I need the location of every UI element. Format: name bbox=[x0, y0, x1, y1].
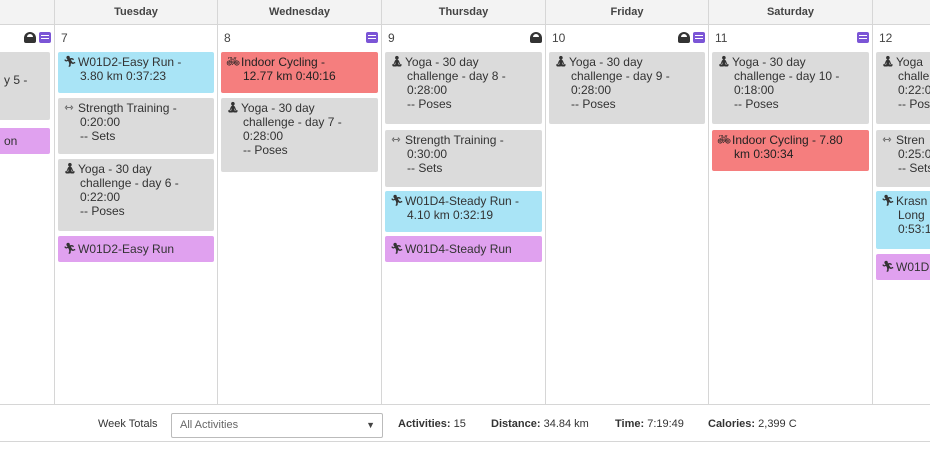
day-column-monday[interactable]: y 5 - on bbox=[0, 25, 54, 404]
scale-icon[interactable] bbox=[24, 32, 36, 43]
event-card-yoga[interactable]: 🧘︎ Yoga - 30 day challenge - day 6 - 0:2… bbox=[58, 159, 214, 231]
bike-icon: 🚲︎ bbox=[226, 56, 240, 68]
event-card-planned-run[interactable]: 🏃︎ W01D bbox=[876, 254, 930, 280]
day-header-saturday: Saturday bbox=[708, 0, 872, 25]
note-icon[interactable] bbox=[857, 32, 869, 43]
run-icon: 🏃︎ bbox=[63, 243, 77, 255]
yoga-icon: 🧘︎ bbox=[881, 56, 895, 68]
dumbbell-icon: ⇿ bbox=[882, 134, 892, 146]
day-column-sunday[interactable]: 12 🧘︎ Yoga challe 0:22:0 -- Pos ⇿ Stren … bbox=[872, 25, 930, 404]
dumbbell-icon: ⇿ bbox=[391, 134, 401, 146]
calories-stat: Calories: 2,399 C bbox=[708, 418, 797, 430]
bike-icon: 🚲︎ bbox=[717, 134, 731, 146]
yoga-icon: 🧘︎ bbox=[63, 163, 77, 175]
yoga-icon: 🧘︎ bbox=[717, 56, 731, 68]
day-column-wednesday[interactable]: 8 🚲︎ Indoor Cycling - 12.77 km 0:40:16 🧘… bbox=[217, 25, 381, 404]
caret-down-icon: ▼ bbox=[366, 420, 375, 430]
day-header-thursday: Thursday bbox=[381, 0, 545, 25]
day-header-tuesday: Tuesday bbox=[54, 0, 217, 25]
event-card-yoga[interactable]: 🧘︎ Yoga - 30 day challenge - day 9 - 0:2… bbox=[549, 52, 705, 124]
event-card-steady-run[interactable]: 🏃︎ W01D4-Steady Run - 4.10 km 0:32:19 bbox=[385, 191, 542, 232]
dumbbell-icon: ⇿ bbox=[64, 102, 74, 114]
event-card-strength[interactable]: ⇿ Strength Training - 0:20:00 -- Sets bbox=[58, 98, 214, 154]
note-icon[interactable] bbox=[693, 32, 705, 43]
time-stat: Time: 7:19:49 bbox=[615, 418, 684, 430]
day-column-friday[interactable]: 10 🧘︎ Yoga - 30 day challenge - day 9 - … bbox=[545, 25, 708, 404]
run-icon: 🏃︎ bbox=[390, 195, 404, 207]
event-card-yoga[interactable]: 🧘︎ Yoga - 30 day challenge - day 10 - 0:… bbox=[712, 52, 869, 124]
event-card-run[interactable]: on bbox=[0, 128, 50, 154]
day-number: 9 bbox=[388, 31, 395, 45]
note-icon[interactable] bbox=[366, 32, 378, 43]
scale-icon[interactable] bbox=[678, 32, 690, 43]
scale-icon[interactable] bbox=[530, 32, 542, 43]
day-column-tuesday[interactable]: 7 🏃︎ W01D2-Easy Run - 3.80 km 0:37:23 ⇿ … bbox=[54, 25, 217, 404]
run-icon: 🏃︎ bbox=[881, 195, 895, 207]
day-number: 11 bbox=[715, 31, 728, 45]
event-card-indoor-cycling[interactable]: 🚲︎ Indoor Cycling - 7.80 km 0:30:34 bbox=[712, 130, 869, 171]
day-number: 10 bbox=[552, 31, 566, 45]
event-card-easy-run[interactable]: 🏃︎ W01D2-Easy Run - 3.80 km 0:37:23 bbox=[58, 52, 214, 93]
yoga-icon: 🧘︎ bbox=[226, 102, 240, 114]
day-number: 8 bbox=[224, 31, 231, 45]
day-column-thursday[interactable]: 9 🧘︎ Yoga - 30 day challenge - day 8 - 0… bbox=[381, 25, 545, 404]
event-card-strength[interactable]: ⇿ Strength Training - 0:30:00 -- Sets bbox=[385, 130, 542, 187]
day-header-row: Tuesday Wednesday Thursday Friday Saturd… bbox=[0, 0, 930, 25]
event-card-strength[interactable]: ⇿ Stren 0:25:0 -- Sets bbox=[876, 130, 930, 187]
event-card-yoga[interactable]: 🧘︎ Yoga challe 0:22:0 -- Pos bbox=[876, 52, 930, 124]
day-number: 7 bbox=[61, 31, 68, 45]
day-header-sunday bbox=[872, 0, 930, 25]
day-number: 12 bbox=[879, 31, 893, 45]
event-card-yoga[interactable]: 🧘︎ Yoga - 30 day challenge - day 8 - 0:2… bbox=[385, 52, 542, 124]
event-card-long-run[interactable]: 🏃︎ Krasn Long 0:53:1 bbox=[876, 191, 930, 249]
day-header-monday bbox=[0, 0, 54, 25]
event-card-yoga[interactable]: y 5 - bbox=[0, 52, 50, 120]
run-icon: 🏃︎ bbox=[63, 56, 77, 68]
run-icon: 🏃︎ bbox=[881, 261, 895, 273]
distance-stat: Distance: 34.84 km bbox=[491, 418, 589, 430]
note-icon[interactable] bbox=[39, 32, 51, 43]
event-card-indoor-cycling[interactable]: 🚲︎ Indoor Cycling - 12.77 km 0:40:16 bbox=[221, 52, 378, 93]
day-header-wednesday: Wednesday bbox=[217, 0, 381, 25]
event-card-planned-run[interactable]: 🏃︎ W01D4-Steady Run bbox=[385, 236, 542, 262]
yoga-icon: 🧘︎ bbox=[554, 56, 568, 68]
event-card-planned-run[interactable]: 🏃︎ W01D2-Easy Run bbox=[58, 236, 214, 262]
day-header-friday: Friday bbox=[545, 0, 708, 25]
yoga-icon: 🧘︎ bbox=[390, 56, 404, 68]
activities-stat: Activities: 15 bbox=[398, 418, 466, 430]
week-totals-label: Week Totals bbox=[98, 418, 158, 430]
run-icon: 🏃︎ bbox=[390, 243, 404, 255]
activity-filter-select[interactable]: All Activities ▼ bbox=[171, 413, 383, 438]
weekly-calendar: Tuesday Wednesday Thursday Friday Saturd… bbox=[0, 0, 930, 450]
week-totals-bar: Week Totals All Activities ▼ Activities:… bbox=[0, 404, 930, 442]
day-column-saturday[interactable]: 11 🧘︎ Yoga - 30 day challenge - day 10 -… bbox=[708, 25, 872, 404]
event-card-yoga[interactable]: 🧘︎ Yoga - 30 day challenge - day 7 - 0:2… bbox=[221, 98, 378, 172]
